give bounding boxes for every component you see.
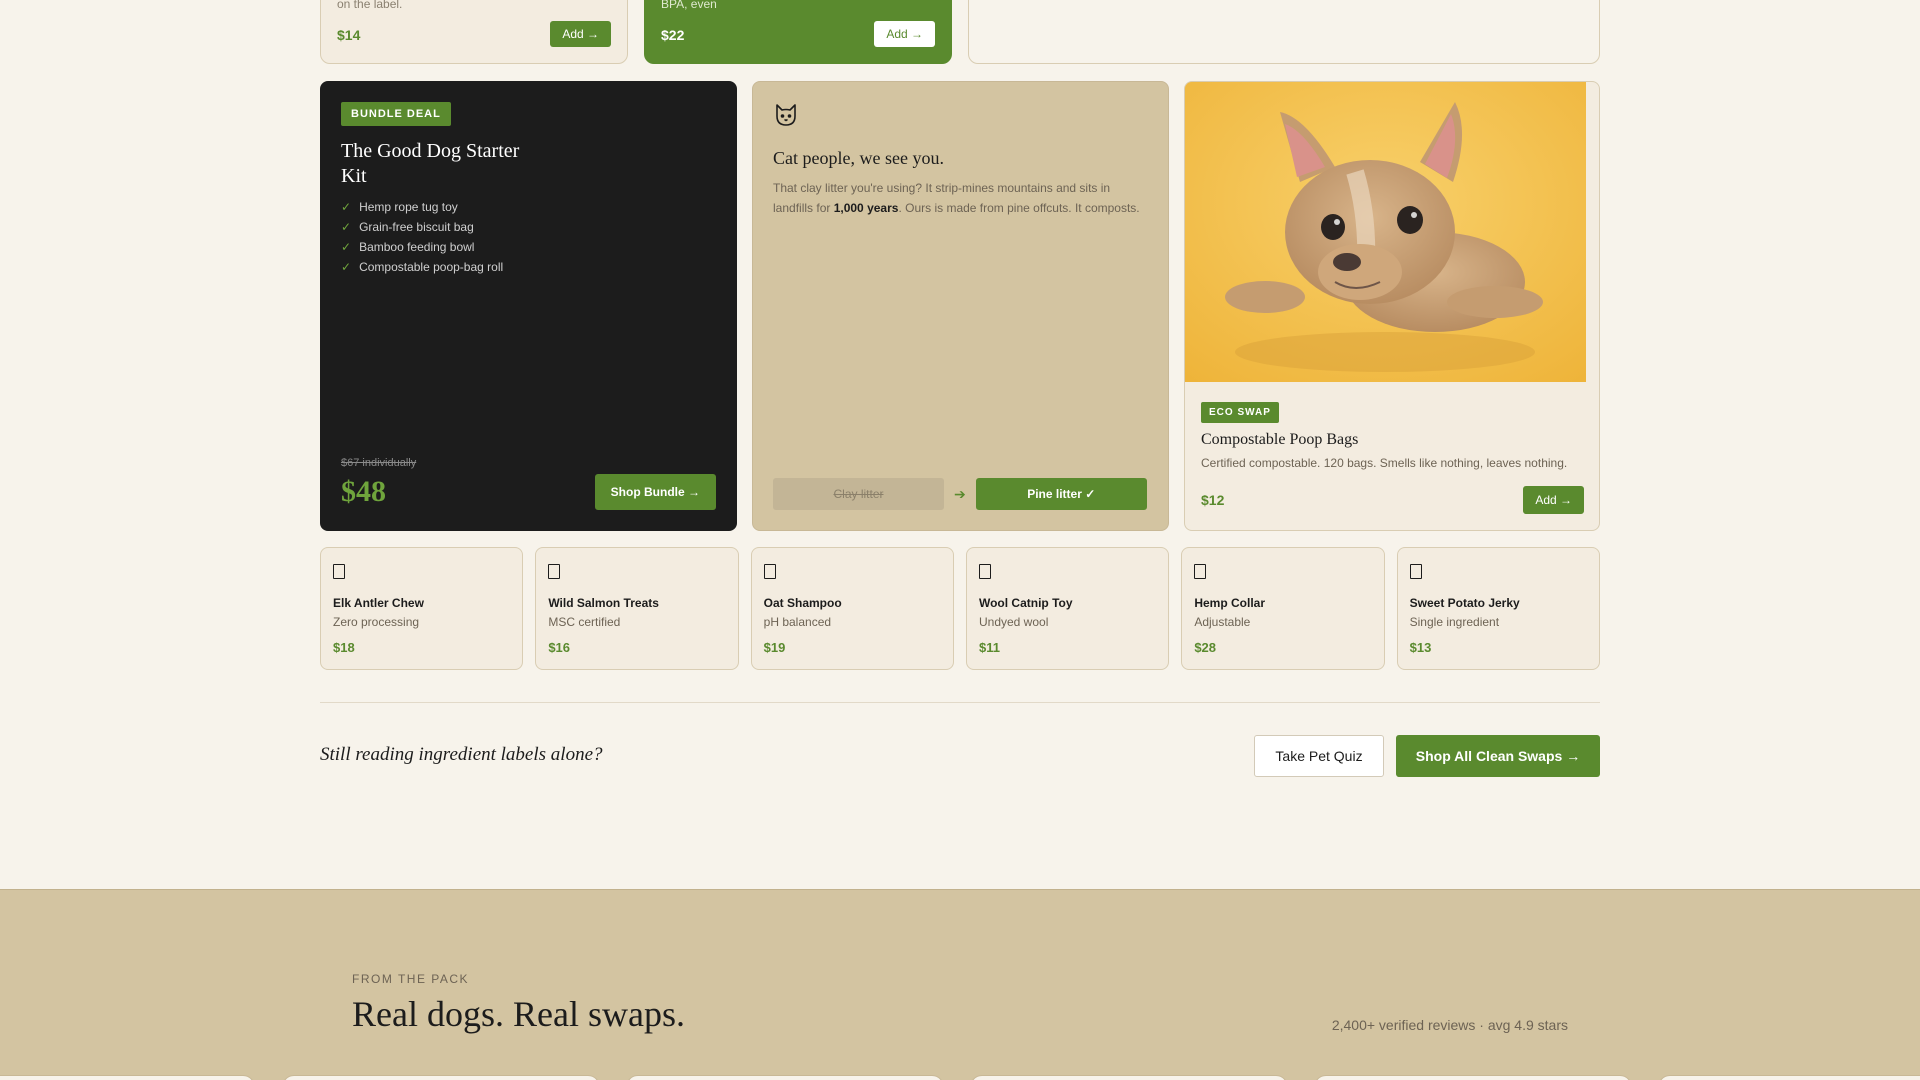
eco-product-description: Certified compostable. 120 bags. Smells …: [1201, 456, 1568, 470]
review-card: [0, 1075, 255, 1080]
product-tile[interactable]: Oat Shampoo pH balanced $19: [750, 547, 954, 670]
product-placeholder-icon: [333, 564, 345, 579]
product-tile[interactable]: Elk Antler Chew Zero processing $18: [320, 547, 524, 670]
product-placeholder-icon: [763, 564, 776, 579]
review-card: [970, 1075, 1288, 1080]
cat-litter-card: Cat people, we see you. That clay litter…: [752, 81, 1169, 531]
product-name: Oat Shampoo: [763, 596, 842, 610]
eco-product-price: $12: [1201, 492, 1225, 508]
product-price: $19: [763, 640, 786, 655]
product-card-partial-3: [968, 0, 1600, 64]
list-item: ✓ Hemp rope tug toy: [341, 197, 503, 217]
product-placeholder-icon: [1194, 564, 1207, 579]
product-subtitle: Zero processing: [333, 615, 420, 629]
product-card-description: on the label.: [337, 0, 403, 11]
product-tile[interactable]: Hemp Collar Adjustable $28: [1181, 547, 1385, 670]
check-icon: ✓: [341, 200, 352, 214]
add-to-cart-button[interactable]: Add →: [874, 21, 935, 47]
cat-card-body: That clay litter you're using? It strip-…: [773, 181, 1140, 215]
product-tile[interactable]: Sweet Potato Jerky Single ingredient $13: [1396, 547, 1600, 670]
clay-litter-label: Clay litter: [773, 478, 944, 510]
dog-photo: [1185, 82, 1586, 382]
check-icon: ✓: [341, 260, 352, 274]
take-pet-quiz-button[interactable]: Take Pet Quiz: [1254, 735, 1384, 777]
reviews-section: FROM THE PACK Real dogs. Real swaps. 2,4…: [0, 889, 1920, 1080]
bundle-badge: BUNDLE DEAL: [341, 102, 451, 126]
product-price: $16: [548, 640, 571, 655]
add-to-cart-button[interactable]: Add →: [550, 21, 611, 47]
product-price: $28: [1194, 640, 1217, 655]
bundle-title: The Good Dog Starter Kit: [341, 140, 520, 187]
product-card-partial-1: on the label. $14 Add →: [320, 0, 628, 64]
list-item: ✓ Compostable poop-bag roll: [341, 257, 503, 277]
cat-card-title: Cat people, we see you.: [773, 148, 944, 168]
shop-all-clean-swaps-button[interactable]: Shop All Clean Swaps →: [1396, 735, 1600, 777]
litter-swap-row: Clay litter ➔ Pine litter ✓: [773, 478, 1148, 510]
eco-product-title: Compostable Poop Bags: [1201, 431, 1359, 448]
bundle-original-price: $67 individually: [341, 457, 417, 469]
review-card: [1658, 1075, 1920, 1080]
product-placeholder-icon: [548, 564, 561, 579]
bundle-card: BUNDLE DEAL The Good Dog Starter Kit ✓ He…: [320, 81, 737, 531]
check-icon: ✓: [341, 240, 352, 254]
product-subtitle: MSC certified: [548, 615, 621, 629]
product-subtitle: Adjustable: [1194, 615, 1251, 629]
cat-face-icon: [776, 104, 796, 126]
review-card: [282, 1075, 600, 1080]
reviews-stats: 2,400+ verified reviews · avg 4.9 stars: [1331, 1017, 1568, 1033]
product-placeholder-icon: [1409, 564, 1422, 579]
product-card-description: BPA, even: [661, 0, 717, 11]
product-placeholder-icon: [978, 564, 991, 579]
product-name: Hemp Collar: [1194, 596, 1265, 610]
product-subtitle: Undyed wool: [978, 615, 1049, 629]
arrow-right-icon: ➔: [954, 485, 966, 502]
add-to-cart-button[interactable]: Add →: [1523, 486, 1584, 514]
reviews-title: Real dogs. Real swaps.: [352, 994, 685, 1034]
product-name: Sweet Potato Jerky: [1409, 596, 1520, 610]
product-price: $13: [1409, 640, 1432, 655]
product-tile[interactable]: Wild Salmon Treats MSC certified $16: [535, 547, 739, 670]
product-price: $11: [978, 640, 1000, 655]
product-subtitle: Single ingredient: [1409, 615, 1500, 629]
reviews-eyebrow: FROM THE PACK: [352, 972, 470, 986]
list-item: ✓ Grain-free biscuit bag: [341, 217, 503, 237]
bundle-price: $48: [341, 475, 386, 508]
eco-swap-card: ECO SWAP Compostable Poop Bags Certified…: [1184, 81, 1600, 531]
product-name: Wild Salmon Treats: [548, 596, 659, 610]
product-tile[interactable]: Wool Catnip Toy Undyed wool $11: [965, 547, 1170, 670]
bundle-items-list: ✓ Hemp rope tug toy ✓ Grain-free biscuit b…: [341, 197, 503, 277]
product-name: Wool Catnip Toy: [978, 596, 1073, 610]
list-item: ✓ Bamboo feeding bowl: [341, 237, 503, 257]
review-card: [1314, 1075, 1632, 1080]
eco-swap-badge: ECO SWAP: [1201, 402, 1279, 423]
highlight-years: 1,000 years: [833, 201, 899, 215]
product-price: $22: [661, 27, 685, 43]
review-card: [626, 1075, 944, 1080]
product-subtitle: pH balanced: [763, 615, 832, 629]
product-card-partial-2: BPA, even $22 Add →: [644, 0, 952, 64]
shop-bundle-button[interactable]: Shop Bundle →: [594, 474, 716, 510]
section-divider: [320, 702, 1600, 703]
product-tiles-row: Elk Antler Chew Zero processing $18 Wild…: [320, 547, 1600, 670]
product-name: Elk Antler Chew: [333, 596, 424, 610]
check-icon: ✓: [341, 220, 352, 234]
cta-prompt: Still reading ingredient labels alone?: [320, 744, 603, 765]
product-price: $18: [333, 640, 355, 655]
product-price: $14: [337, 27, 361, 43]
pine-litter-button[interactable]: Pine litter ✓: [975, 478, 1147, 510]
